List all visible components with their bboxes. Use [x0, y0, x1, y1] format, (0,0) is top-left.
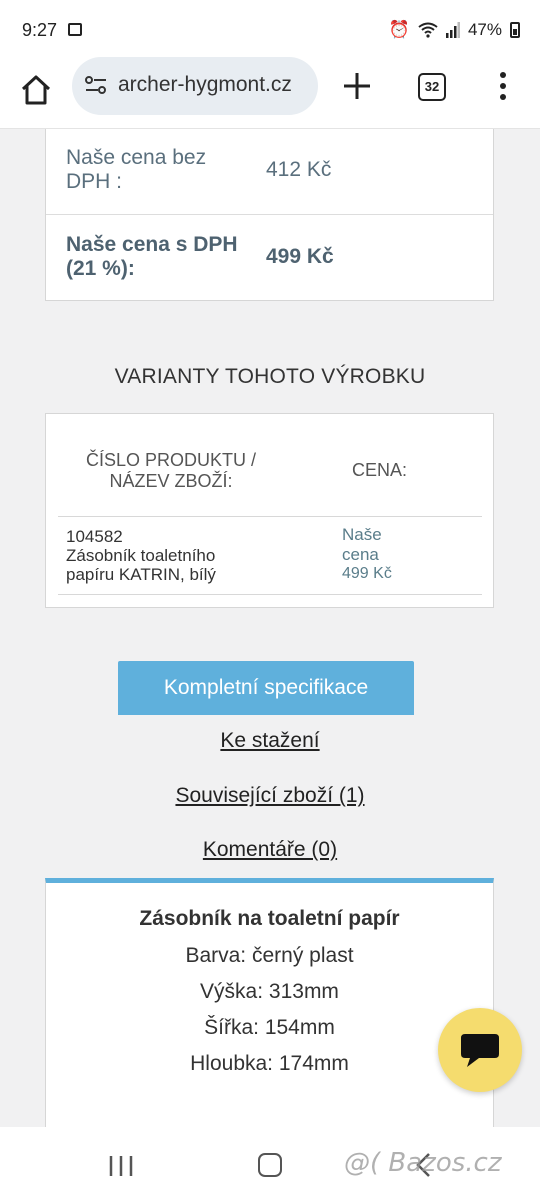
price-row-gross: Naše cena s DPH (21 %): 499 Kč	[46, 215, 493, 301]
price-table: Naše cena bez DPH : 412 Kč Naše cena s D…	[45, 129, 494, 301]
page-content: Naše cena bez DPH : 412 Kč Naše cena s D…	[0, 129, 540, 1127]
battery-percent: 47%	[467, 20, 502, 39]
full-specification-button[interactable]: Kompletní specifikace	[118, 661, 414, 715]
bazos-watermark: @( Bazos.cz	[344, 1148, 502, 1178]
description-panel: Zásobník na toaletní papír Barva: černý …	[45, 878, 494, 1127]
price-value-net: 412 Kč	[266, 158, 332, 181]
variant-price-label: Naše cena	[342, 525, 382, 564]
variants-table: ČÍSLO PRODUKTU / NÁZEV ZBOŽÍ: CENA: 1045…	[45, 413, 494, 608]
recent-apps-icon[interactable]	[108, 1155, 134, 1177]
description-color: Barva: černý plast	[185, 944, 354, 967]
variants-header-product: ČÍSLO PRODUKTU / NÁZEV ZBOŽÍ:	[85, 450, 257, 491]
more-menu-icon[interactable]	[496, 70, 510, 102]
new-tab-icon[interactable]	[340, 69, 374, 103]
variant-price: 499 Kč	[342, 565, 392, 582]
price-label-gross: Naše cena s DPH (21 %):	[66, 233, 238, 280]
alarm-icon: ⏰	[388, 20, 410, 39]
comments-link[interactable]: Komentáře (0)	[0, 838, 540, 862]
description-depth: Hloubka: 174mm	[190, 1052, 349, 1075]
price-value-gross: 499 Kč	[266, 245, 334, 268]
home-icon[interactable]	[18, 72, 54, 108]
downloads-link[interactable]: Ke stažení	[0, 729, 540, 753]
divider	[58, 516, 482, 517]
home-nav-icon[interactable]	[258, 1153, 282, 1177]
description-width: Šířka: 154mm	[204, 1016, 335, 1039]
price-label-net: Naše cena bez DPH :	[66, 146, 207, 193]
wifi-icon	[418, 22, 438, 38]
variants-heading: VARIANTY TOHOTO VÝROBKU	[114, 365, 426, 388]
price-row-net: Naše cena bez DPH : 412 Kč	[46, 129, 493, 215]
variants-header-price: CENA:	[352, 460, 408, 480]
chat-bubble-icon	[461, 1034, 499, 1067]
variant-name[interactable]: Zásobník toaletního papíru KATRIN, bílý	[66, 546, 266, 584]
chat-button[interactable]	[438, 1008, 522, 1092]
related-products-link[interactable]: Související zboží (1)	[0, 784, 540, 808]
status-time: 9:27	[22, 20, 58, 40]
status-icons: ⏰ 47%	[389, 20, 520, 40]
gallery-notification-icon	[68, 23, 82, 36]
status-bar: 9:27 ⏰ 47%	[0, 0, 540, 60]
battery-icon	[510, 22, 520, 38]
description-title: Zásobník na toaletní papír	[139, 907, 400, 930]
signal-icon	[445, 22, 460, 38]
tab-switcher-button[interactable]: 32	[418, 73, 446, 101]
browser-toolbar: archer-hygmont.cz 32	[0, 57, 540, 129]
site-settings-icon[interactable]	[84, 74, 108, 96]
divider	[58, 594, 482, 595]
description-height: Výška: 313mm	[200, 980, 339, 1003]
address-bar[interactable]: archer-hygmont.cz	[72, 57, 318, 128]
url-text: archer-hygmont.cz	[118, 73, 292, 96]
variant-code[interactable]: 104582	[66, 527, 123, 547]
